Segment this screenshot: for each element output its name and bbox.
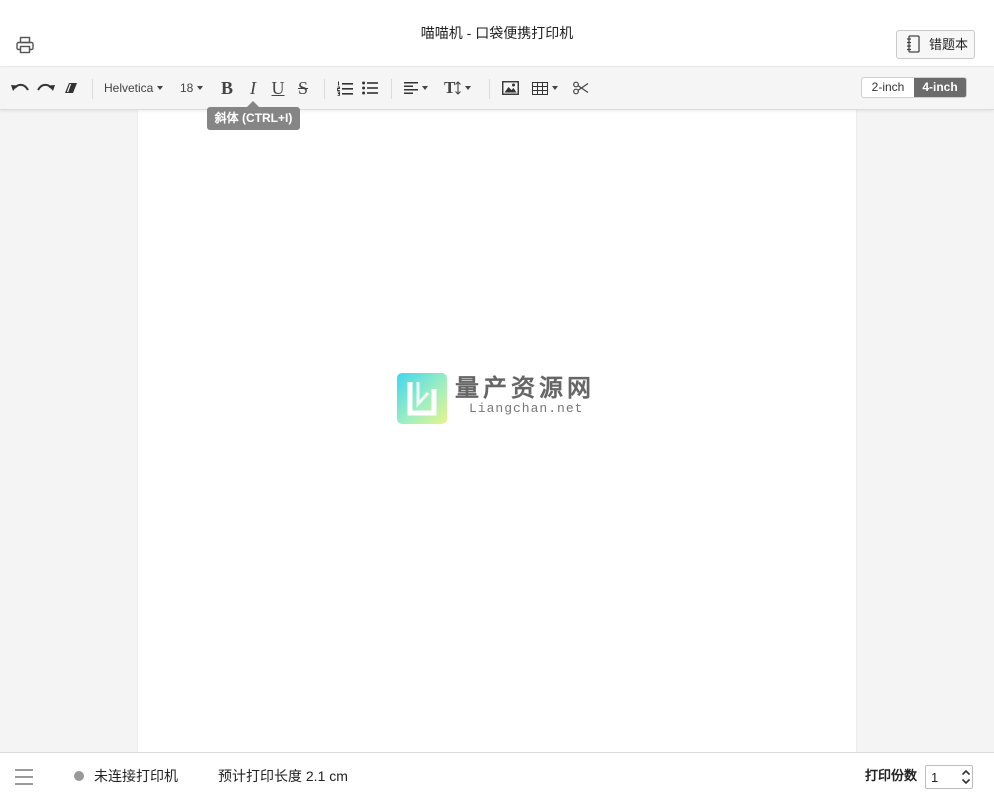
cut-button[interactable] [572,78,590,98]
window-title: 喵喵机 - 口袋便携打印机 [420,25,574,41]
paper-size-toggle: 2-inch 4-inch [861,77,967,98]
strikethrough-button[interactable]: S [295,78,311,98]
insert-image-button[interactable] [501,78,519,98]
font-size-dropdown[interactable]: 18 [180,78,208,98]
watermark-domain: Liangchan.net [469,401,584,416]
font-size-value: 18 [180,81,194,95]
editor-workspace: 量产资源网 Liangchan.net [0,110,994,752]
font-family-dropdown[interactable]: Helvetica [104,78,168,98]
caret-down-icon [157,86,164,90]
menu-icon-bar [15,776,33,778]
table-icon [532,81,548,95]
unordered-list-button[interactable] [362,78,378,98]
strikethrough-label: S [297,78,308,98]
scissors-icon [573,81,589,95]
line-height-label: T [444,78,456,97]
toolbar-divider [489,79,490,99]
redo-icon [37,83,55,91]
caret-down-icon [465,86,472,90]
eraser-icon [65,83,77,93]
copies-label: 打印份数 [865,768,918,783]
chevron-up-icon[interactable] [961,769,971,776]
status-dot-icon [74,771,84,781]
paper-size-2-inch[interactable]: 2-inch [862,78,914,97]
ordered-list-button[interactable] [337,78,353,98]
menu-icon[interactable] [15,769,33,785]
italic-button[interactable]: I [245,78,261,98]
toolbar-divider [324,79,325,99]
copies-stepper [925,765,973,789]
font-family-value: Helvetica [104,81,154,95]
caret-down-icon [197,86,204,90]
notebook-icon [907,35,920,53]
undo-icon [11,83,29,91]
estimated-print-length: 预计打印长度 2.1 cm [218,768,348,784]
italic-tooltip: 斜体 (CTRL+I) [207,101,300,130]
watermark-name: 量产资源网 [455,375,595,402]
line-height-dropdown[interactable]: T [444,78,474,98]
notebook-button-label: 错题本 [929,37,969,52]
clear-format-button[interactable] [63,78,79,98]
watermark-logo [397,373,447,424]
app-header: 喵喵机 - 口袋便携打印机 错题本 [0,0,994,66]
toolbar-divider [391,79,392,99]
copies-input[interactable] [926,766,958,788]
menu-icon-bar [15,769,33,771]
underline-button[interactable]: U [270,78,286,98]
insert-table-dropdown[interactable] [532,78,560,98]
caret-down-icon [552,86,558,90]
bold-button[interactable]: B [219,78,235,98]
notebook-button[interactable]: 错题本 [896,30,975,59]
chevron-down-icon[interactable] [961,778,971,785]
menu-icon-bar [15,783,33,785]
unordered-list-icon [362,81,378,95]
underline-label: U [271,78,285,98]
editor-toolbar: Helvetica 18 B I U S T 2-inch 4-inch [0,66,994,110]
toolbar-divider [92,79,93,99]
print-paper-canvas[interactable] [137,110,857,752]
bold-label: B [220,78,233,98]
italic-label: I [250,78,256,98]
image-icon [501,81,519,95]
undo-button[interactable] [11,78,29,98]
printer-connection-status[interactable]: 未连接打印机 [94,767,178,785]
paper-size-4-inch[interactable]: 4-inch [914,78,966,97]
ordered-list-icon [337,81,353,96]
caret-down-icon [422,86,428,90]
align-dropdown[interactable] [404,78,432,98]
line-height-icon [455,81,462,95]
redo-button[interactable] [37,78,55,98]
status-bar: 未连接打印机 预计打印长度 2.1 cm 打印份数 [0,752,994,798]
align-icon [404,82,418,94]
